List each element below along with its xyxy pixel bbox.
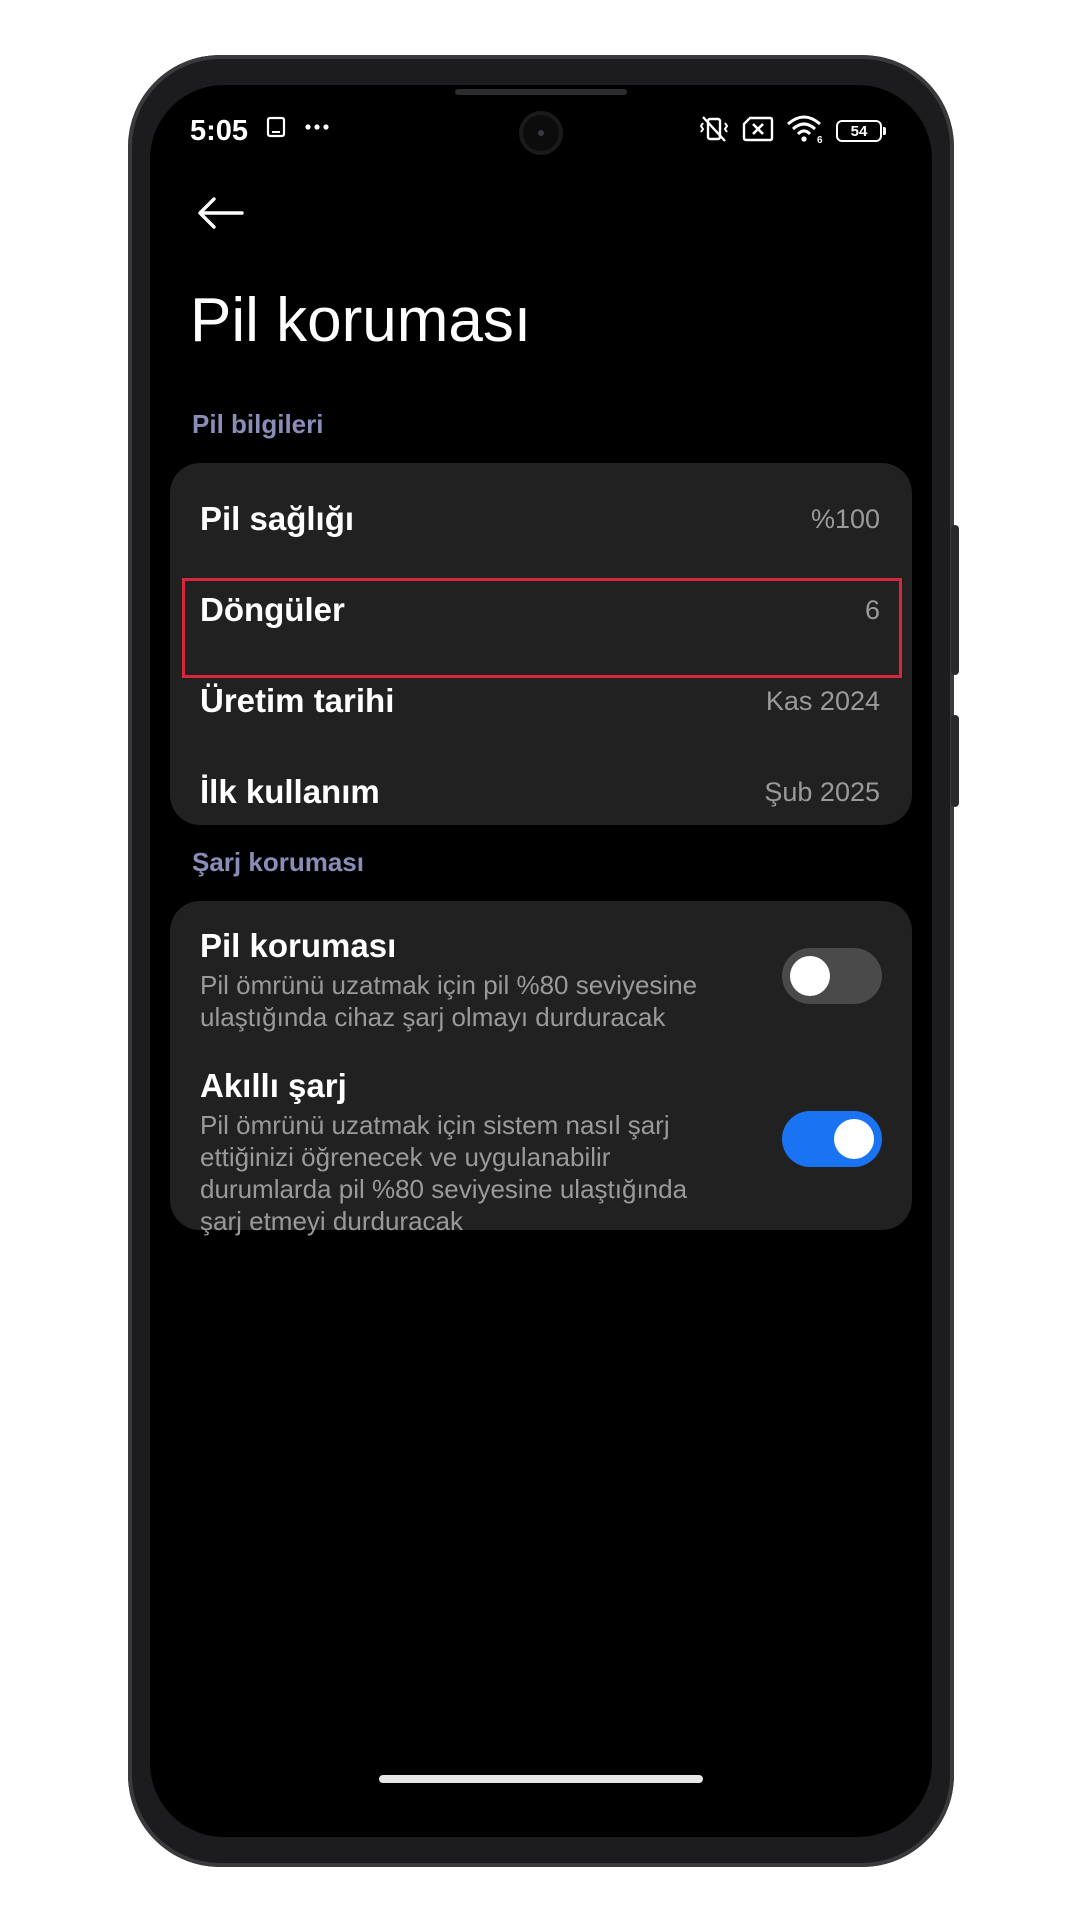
row-value: Kas 2024 <box>765 685 880 716</box>
row-value: 6 <box>864 594 880 625</box>
wifi-icon: 6 <box>786 114 824 149</box>
smart-charging-switch[interactable] <box>782 1111 882 1167</box>
page-title: Pil koruması <box>190 286 532 355</box>
earpiece <box>455 89 627 95</box>
back-button[interactable] <box>190 183 250 243</box>
row-label: İlk kullanım <box>200 773 380 810</box>
status-right-icons: 6 54 <box>698 111 886 151</box>
volume-button <box>951 525 959 675</box>
battery-info-card: Pil sağlığı %100 Döngüler 6 Üretim tarih… <box>170 463 912 825</box>
svg-text:6: 6 <box>817 135 823 144</box>
screen-record-icon <box>264 115 288 144</box>
section-label-charge-protection: Şarj koruması <box>192 847 364 877</box>
section-label-battery-info: Pil bilgileri <box>192 409 324 439</box>
vibrate-off-icon <box>698 114 730 149</box>
back-arrow-icon <box>198 197 244 229</box>
phone-frame: 5:05 6 54 Pil koruması Pil bilgileri Pil… <box>128 55 959 1867</box>
toggle-description: Pil ömrünü uzatmak için sistem nasıl şar… <box>200 1110 688 1236</box>
charge-protection-card: Pil koruması Pil ömrünü uzatmak için pil… <box>170 901 912 1236</box>
row-value: Şub 2025 <box>764 776 880 807</box>
home-indicator[interactable] <box>379 1775 703 1783</box>
toggle-title: Akıllı şarj <box>200 1067 347 1104</box>
battery-protection-switch[interactable] <box>782 948 882 1004</box>
row-label: Döngüler <box>200 591 345 628</box>
status-time: 5:05 <box>190 115 249 147</box>
front-camera <box>519 111 563 155</box>
row-label: Üretim tarihi <box>200 682 395 719</box>
status-left-icons <box>264 115 330 144</box>
more-dots-icon <box>304 115 330 144</box>
row-value: %100 <box>810 503 880 534</box>
battery-level: 54 <box>850 122 868 140</box>
row-first-use[interactable]: İlk kullanım Şub 2025 <box>170 736 912 848</box>
phone-screen: 5:05 6 54 Pil koruması Pil bilgileri Pil… <box>150 85 932 1837</box>
power-button <box>951 715 959 807</box>
toggle-title: Pil koruması <box>200 927 397 964</box>
battery-icon: 54 <box>836 120 886 142</box>
toggle-description: Pil ömrünü uzatmak için pil %80 seviyesi… <box>200 970 698 1032</box>
switch-knob <box>790 956 830 996</box>
sim-x-icon <box>742 116 774 147</box>
switch-knob <box>834 1119 874 1159</box>
row-label: Pil sağlığı <box>200 500 355 537</box>
